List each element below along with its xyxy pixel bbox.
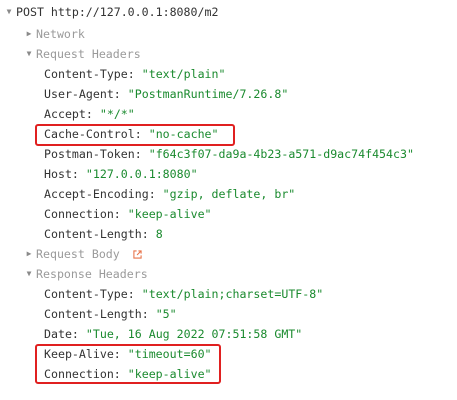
header-key: Accept: (44, 107, 93, 121)
request-headers-label: Request Headers (36, 47, 141, 61)
header-value: "f64c3f07-da9a-4b23-a571-d9ac74f454c3" (148, 147, 414, 161)
header-value: "PostmanRuntime/7.26.8" (127, 87, 289, 101)
header-key: Date: (44, 327, 79, 341)
header-value: "text/plain;charset=UTF-8" (141, 287, 324, 301)
triangle-down-icon[interactable]: ▼ (4, 2, 14, 22)
request-body-label: Request Body (36, 247, 120, 261)
header-key: Connection: (44, 367, 121, 381)
header-value: 8 (155, 227, 163, 241)
header-value: "keep-alive" (127, 367, 212, 381)
header-value: "127.0.0.1:8080" (85, 167, 198, 181)
triangle-down-icon[interactable]: ▼ (24, 264, 34, 284)
triangle-down-icon[interactable]: ▼ (24, 44, 34, 64)
request-method: POST (16, 5, 44, 19)
header-key: Content-Type: (44, 67, 135, 81)
header-value: "Tue, 16 Aug 2022 07:51:58 GMT" (85, 327, 303, 341)
header-key: Content-Length: (44, 227, 149, 241)
header-key: Postman-Token: (44, 147, 142, 161)
header-key: Keep-Alive: (44, 347, 121, 361)
header-key: User-Agent: (44, 87, 121, 101)
header-value: "*/*" (99, 107, 135, 121)
request-url: http://127.0.0.1:8080/m2 (50, 5, 219, 19)
header-key: Connection: (44, 207, 121, 221)
header-key: Cache-Control: (44, 127, 142, 141)
header-value: "keep-alive" (127, 207, 212, 221)
header-value: "gzip, deflate, br" (162, 187, 296, 201)
header-value: "text/plain" (141, 67, 226, 81)
response-headers-label: Response Headers (36, 267, 148, 281)
header-key: Content-Type: (44, 287, 135, 301)
header-value: "5" (155, 307, 177, 321)
header-key: Accept-Encoding: (44, 187, 156, 201)
triangle-right-icon[interactable]: ▶ (24, 244, 34, 264)
triangle-right-icon[interactable]: ▶ (24, 24, 34, 44)
console-request-log: ▼ POST http://127.0.0.1:8080/m2 ▶ Networ… (0, 0, 457, 400)
external-link-icon[interactable] (133, 250, 142, 259)
header-value: "timeout=60" (127, 347, 212, 361)
header-key: Content-Length: (44, 307, 149, 321)
header-key: Host: (44, 167, 79, 181)
network-label: Network (36, 27, 85, 41)
header-value: "no-cache" (148, 127, 219, 141)
